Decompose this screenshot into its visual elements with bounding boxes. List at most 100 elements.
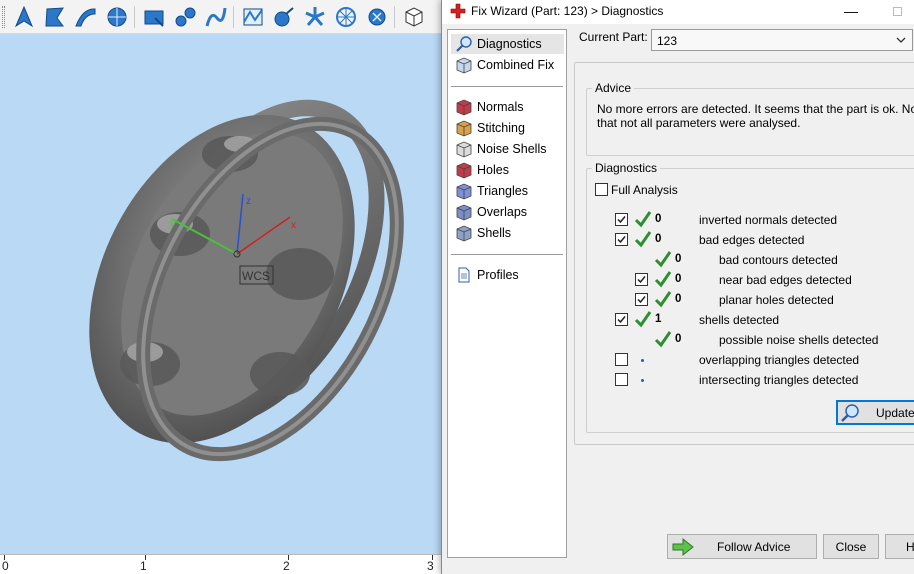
toolbar-grip[interactable] (2, 6, 5, 28)
wave-icon (274, 7, 294, 27)
update-button[interactable]: Update (836, 400, 914, 425)
diagnostic-label: overlapping triangles detected (699, 353, 860, 367)
green-check-icon (634, 310, 652, 328)
wizard-nav-list: Diagnostics Combined Fix Normals Stitching N… (447, 29, 567, 558)
diagnostic-label: possible noise shells detected (719, 333, 879, 347)
arrow-select-icon (14, 5, 34, 28)
update-label: Update (876, 405, 914, 420)
pending-dot-icon (641, 359, 644, 362)
maximize-icon (892, 7, 902, 16)
minimize-icon: — (844, 3, 858, 19)
curve-select-icon (205, 7, 227, 27)
holes-cube-icon (456, 162, 472, 179)
nav-item-label: Combined Fix (477, 58, 555, 72)
diagnostic-count: 0 (675, 273, 682, 285)
nav-item-label: Profiles (477, 268, 519, 282)
diagnostic-checkbox[interactable] (615, 373, 628, 386)
circle-button[interactable] (333, 4, 359, 30)
dialog-titlebar[interactable]: Fix Wizard (Part: 123) > Diagnostics — (442, 0, 914, 24)
circle-icon (336, 7, 356, 27)
nav-item-holes[interactable]: Holes (451, 160, 564, 180)
minimize-button[interactable]: — (836, 2, 866, 22)
fix-wizard-dialog: Fix Wizard (Part: 123) > Diagnostics — D… (441, 0, 914, 574)
nav-item-label: Normals (477, 100, 524, 114)
nav-item-label: Triangles (477, 184, 528, 198)
help-label: He (906, 539, 914, 554)
nav-item-diagnostics[interactable]: Diagnostics (451, 34, 564, 54)
curve-select-button[interactable] (203, 4, 229, 30)
nav-divider (451, 254, 563, 255)
maximize-button[interactable] (882, 2, 912, 22)
edge-select-icon (75, 8, 96, 27)
full-analysis-label: Full Analysis (611, 183, 678, 197)
green-check-icon (654, 290, 672, 308)
edge-select-button[interactable] (73, 4, 99, 30)
magnifier-icon (841, 403, 859, 422)
green-check-icon (654, 330, 672, 348)
rectangle-select-button[interactable] (141, 4, 167, 30)
diagnostic-checkbox[interactable] (615, 233, 628, 246)
current-part-select[interactable]: 123 (651, 29, 913, 51)
diagnostic-label: bad contours detected (719, 253, 838, 267)
nav-divider (451, 86, 563, 87)
nav-item-noise-shells[interactable]: Noise Shells (451, 139, 564, 159)
dialog-title: Fix Wizard (Part: 123) > Diagnostics (471, 4, 664, 18)
full-analysis-checkbox[interactable] (595, 183, 608, 196)
advice-legend: Advice (592, 81, 635, 95)
face-select-icon (45, 7, 64, 27)
normals-cube-icon (456, 99, 472, 116)
z-axis-label: z (246, 196, 251, 207)
close-button[interactable]: Close (823, 534, 879, 559)
cube-stack-icon (456, 57, 472, 74)
ruler-label: 0 (2, 559, 9, 573)
diagnostic-count: 1 (655, 313, 662, 325)
fan-button[interactable] (302, 4, 328, 30)
magnifier-icon (456, 36, 472, 52)
help-button[interactable]: He (885, 534, 914, 559)
current-part-label: Current Part: (579, 30, 648, 44)
toolbar-separator (394, 6, 395, 28)
triangle-select-button[interactable] (172, 4, 198, 30)
wave-button[interactable] (271, 4, 297, 30)
close-label: Close (835, 539, 867, 554)
nav-item-label: Shells (477, 226, 512, 240)
diagnostic-label: bad edges detected (699, 233, 805, 247)
ruler-label: 1 (140, 559, 147, 573)
advice-group: Advice No more errors are detected. It s… (586, 81, 914, 156)
nav-item-label: Stitching (477, 121, 525, 135)
nav-item-profiles[interactable]: Profiles (451, 265, 564, 285)
diagnostic-checkbox[interactable] (615, 213, 628, 226)
nav-item-overlaps[interactable]: Overlaps (451, 202, 564, 222)
star-button[interactable] (364, 4, 390, 30)
green-check-icon (634, 230, 652, 248)
face-select-button[interactable] (42, 4, 68, 30)
diagnostic-checkbox[interactable] (615, 353, 628, 366)
diagnostic-checkbox[interactable] (635, 273, 648, 286)
nav-item-stitching[interactable]: Stitching (451, 118, 564, 138)
section-button[interactable] (240, 4, 266, 30)
nav-item-normals[interactable]: Normals (451, 97, 564, 117)
triangle-select-icon (175, 7, 196, 27)
shell-select-button[interactable] (104, 4, 130, 30)
nav-item-combined-fix[interactable]: Combined Fix (451, 55, 564, 75)
shells-cube-icon (456, 225, 472, 242)
diagnostic-count: 0 (675, 333, 682, 345)
fan-icon (305, 7, 325, 26)
box-view-button[interactable] (401, 4, 427, 30)
nav-item-shells[interactable]: Shells (451, 223, 564, 243)
diagnostic-checkbox[interactable] (615, 313, 628, 326)
nav-item-triangles[interactable]: Triangles (451, 181, 564, 201)
arrow-select-button[interactable] (11, 4, 37, 30)
diagnostic-label: inverted normals detected (699, 213, 838, 227)
shell-select-icon (107, 7, 127, 27)
diagnostic-count: 0 (675, 293, 682, 305)
advice-text-line1: No more errors are detected. It seems th… (597, 102, 914, 116)
diagnostics-legend: Diagnostics (592, 161, 661, 175)
green-check-icon (654, 250, 672, 268)
green-arrow-icon (672, 537, 694, 556)
follow-advice-button[interactable]: Follow Advice (667, 534, 817, 559)
diagnostic-label: shells detected (699, 313, 780, 327)
star-icon (368, 8, 386, 26)
diagnostic-checkbox[interactable] (635, 293, 648, 306)
overlaps-cube-icon (456, 204, 472, 221)
